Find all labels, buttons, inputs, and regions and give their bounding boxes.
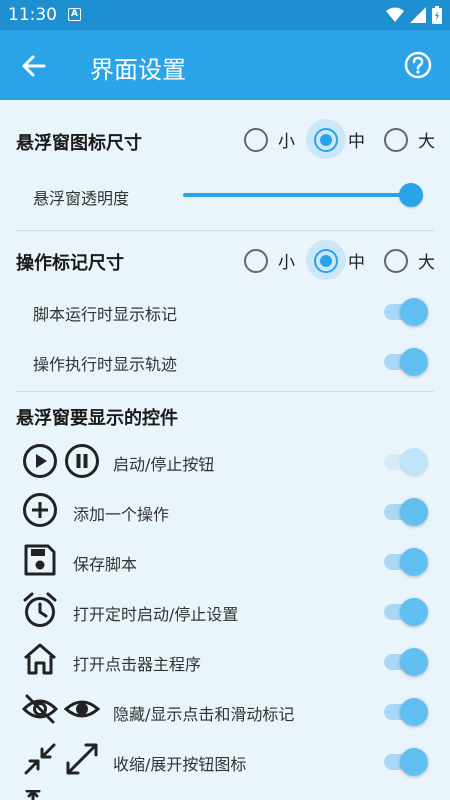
float-icon-size-title: 悬浮窗图标尺寸 — [16, 133, 142, 154]
app-bar: 界面设置 — [0, 30, 450, 100]
pause-circle-icon — [65, 444, 99, 478]
battery-icon — [432, 6, 442, 24]
float-opacity-label: 悬浮窗透明度 — [33, 189, 130, 208]
play-circle-icon — [23, 444, 57, 478]
home-icon — [24, 643, 56, 675]
help-icon[interactable] — [404, 51, 432, 79]
marker-size-title: 操作标记尺寸 — [16, 253, 124, 274]
page-title: 界面设置 — [90, 56, 186, 84]
eye-icon — [64, 700, 100, 718]
open-main-label: 打开点击器主程序 — [73, 655, 202, 674]
status-bar: 11:30 A — [0, 0, 450, 30]
float-icon-size-large[interactable]: 大 — [384, 127, 436, 152]
show-trail-label: 操作执行时显示轨迹 — [33, 355, 178, 374]
expand-icon — [66, 743, 98, 775]
marker-size-large[interactable]: 大 — [384, 248, 436, 273]
add-action-icons — [22, 492, 58, 528]
timer-icons — [22, 591, 58, 629]
collapse-expand-switch[interactable] — [384, 746, 428, 776]
radio-circle[interactable] — [384, 248, 408, 273]
switch-knob[interactable] — [400, 748, 428, 776]
float-icon-size-small[interactable]: 小 — [244, 127, 314, 152]
radio-label: 小 — [278, 253, 295, 273]
settings-content: 悬浮窗图标尺寸 小 中 大 悬浮窗透明度 操作标记尺寸 小 中 大 脚本运行时显… — [0, 100, 450, 800]
back-arrow-icon[interactable] — [20, 52, 48, 80]
show-trail-switch[interactable] — [384, 346, 428, 376]
eye-off-icon — [22, 694, 58, 724]
save-script-label: 保存脚本 — [73, 555, 138, 574]
save-script-icons — [22, 542, 58, 578]
slider-track[interactable] — [183, 193, 423, 197]
divider — [16, 230, 434, 231]
radio-label: 大 — [418, 132, 435, 152]
show-markers-switch[interactable] — [384, 296, 428, 326]
notification-badge: A — [68, 8, 81, 21]
system-icons — [386, 6, 442, 24]
radio-circle[interactable] — [314, 248, 338, 273]
add-action-switch[interactable] — [384, 496, 428, 526]
switch-knob[interactable] — [400, 448, 428, 476]
next-row-icon — [25, 790, 41, 800]
save-icon — [24, 544, 56, 576]
home-icons — [22, 641, 58, 677]
float-opacity-slider[interactable] — [183, 180, 423, 210]
radio-circle[interactable] — [244, 127, 268, 152]
alarm-clock-icon — [23, 592, 57, 627]
start-stop-icons — [22, 443, 100, 479]
switch-knob[interactable] — [400, 298, 428, 326]
marker-size-radio-group: 小 中 大 — [244, 240, 436, 280]
start-stop-label: 启动/停止按钮 — [113, 455, 215, 474]
open-main-switch[interactable] — [384, 646, 428, 676]
marker-size-small[interactable]: 小 — [244, 248, 314, 273]
add-action-label: 添加一个操作 — [73, 505, 170, 524]
timer-label: 打开定时启动/停止设置 — [73, 605, 239, 624]
radio-label: 大 — [418, 253, 435, 273]
float-icon-size-medium[interactable]: 中 — [306, 119, 384, 159]
collapse-expand-icons — [22, 741, 100, 777]
start-stop-switch[interactable] — [384, 446, 428, 476]
signal-icon — [410, 7, 426, 23]
radio-label: 小 — [278, 132, 295, 152]
radio-label: 中 — [348, 253, 365, 273]
controls-section-title: 悬浮窗要显示的控件 — [16, 408, 178, 429]
switch-knob[interactable] — [400, 648, 428, 676]
toggle-markers-label: 隐藏/显示点击和滑动标记 — [113, 705, 295, 724]
float-icon-size-radio-group: 小 中 大 — [244, 119, 436, 159]
status-time: 11:30 — [8, 5, 57, 25]
marker-size-medium[interactable]: 中 — [306, 240, 384, 280]
radio-circle[interactable] — [314, 127, 338, 152]
collapse-expand-label: 收缩/展开按钮图标 — [113, 755, 247, 774]
toggle-markers-switch[interactable] — [384, 696, 428, 726]
timer-switch[interactable] — [384, 596, 428, 626]
add-circle-icon — [23, 493, 57, 527]
show-markers-label: 脚本运行时显示标记 — [33, 305, 178, 324]
switch-knob[interactable] — [400, 548, 428, 576]
divider — [16, 391, 434, 392]
radio-circle[interactable] — [384, 127, 408, 152]
slider-thumb[interactable] — [399, 183, 423, 207]
switch-knob[interactable] — [400, 598, 428, 626]
radio-circle[interactable] — [244, 248, 268, 273]
collapse-icon — [24, 743, 56, 775]
switch-knob[interactable] — [400, 348, 428, 376]
save-script-switch[interactable] — [384, 546, 428, 576]
radio-label: 中 — [348, 132, 365, 152]
switch-knob[interactable] — [400, 498, 428, 526]
switch-knob[interactable] — [400, 698, 428, 726]
visibility-icons — [22, 691, 100, 727]
wifi-icon — [386, 7, 404, 22]
